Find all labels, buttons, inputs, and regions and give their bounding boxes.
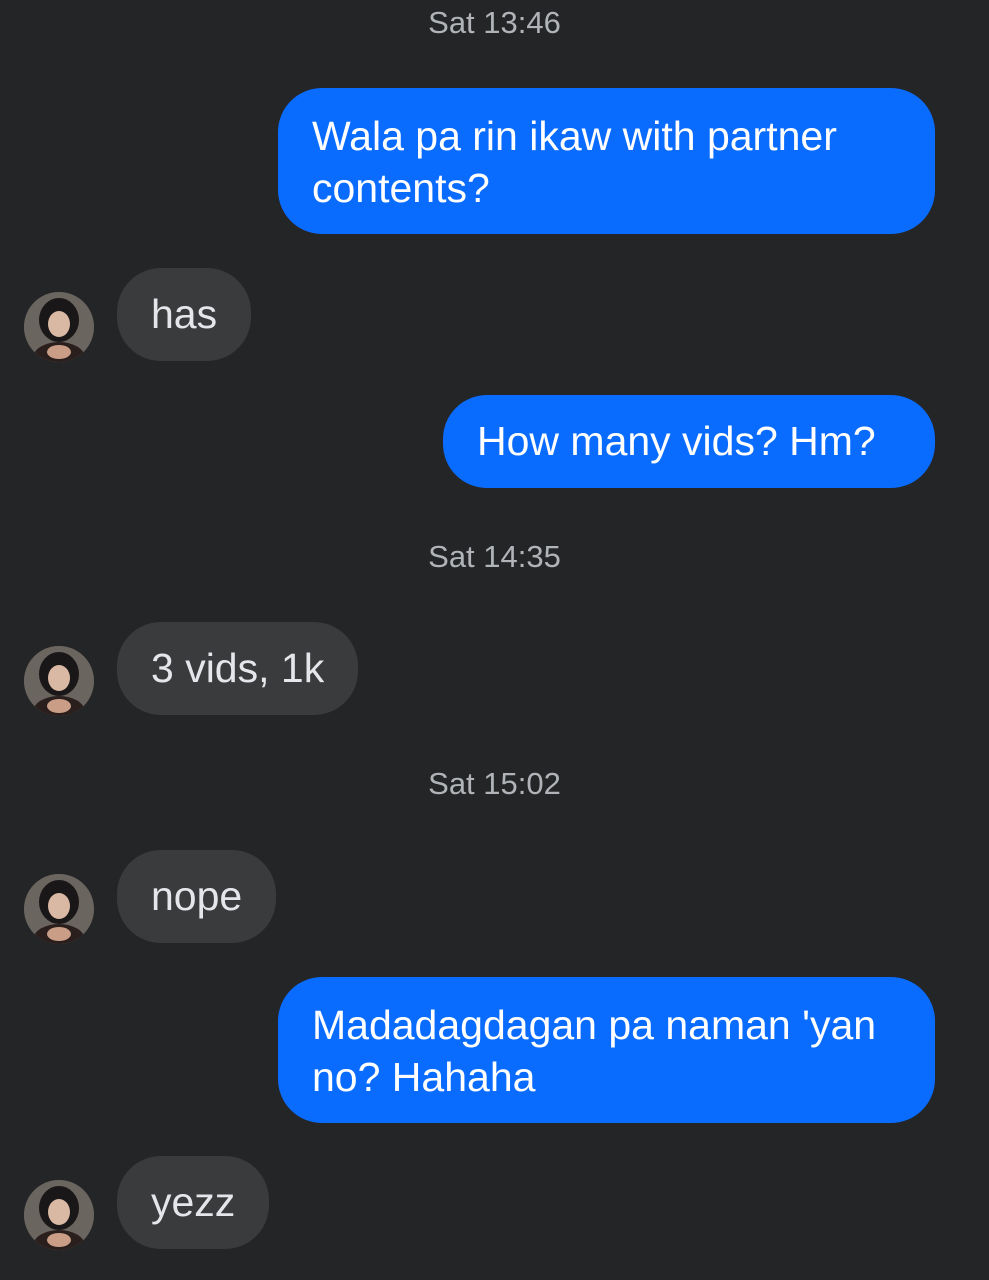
- incoming-message-bubble[interactable]: has: [117, 268, 252, 361]
- avatar-photo-icon: [24, 1180, 94, 1250]
- message-text: has: [151, 291, 218, 337]
- timestamp: Sat 13:46: [428, 5, 561, 40]
- incoming-message-bubble[interactable]: yezz: [117, 1156, 270, 1249]
- message-text: Wala pa rin ikaw with partner contents?: [312, 113, 837, 211]
- contact-avatar[interactable]: [24, 874, 94, 944]
- contact-avatar[interactable]: [24, 1180, 94, 1250]
- timestamp: Sat 15:02: [428, 766, 561, 801]
- message-text: yezz: [151, 1179, 236, 1225]
- outgoing-message-bubble[interactable]: Madadagdagan pa naman 'yan no? Hahaha: [278, 977, 935, 1123]
- message-text: nope: [151, 873, 243, 919]
- message-text: 3 vids, 1k: [151, 645, 325, 691]
- incoming-message-bubble[interactable]: 3 vids, 1k: [117, 622, 359, 715]
- incoming-message-bubble[interactable]: nope: [117, 850, 277, 943]
- outgoing-message-bubble[interactable]: Wala pa rin ikaw with partner contents?: [278, 88, 935, 234]
- timestamp: Sat 14:35: [428, 539, 561, 574]
- avatar-photo-icon: [24, 646, 94, 716]
- contact-avatar[interactable]: [24, 292, 94, 362]
- avatar-photo-icon: [24, 292, 94, 362]
- message-text: Madadagdagan pa naman 'yan no? Hahaha: [312, 1002, 877, 1100]
- contact-avatar[interactable]: [24, 646, 94, 716]
- avatar-photo-icon: [24, 874, 94, 944]
- message-text: How many vids? Hm?: [477, 418, 876, 464]
- outgoing-message-bubble[interactable]: How many vids? Hm?: [443, 395, 935, 488]
